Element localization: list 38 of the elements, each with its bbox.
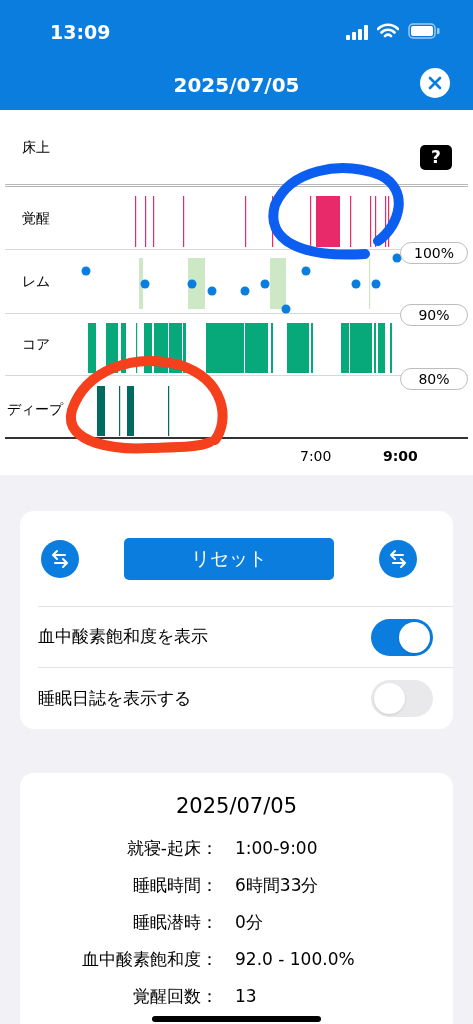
- help-badge[interactable]: ?: [420, 145, 452, 170]
- stage-label: 覚醒: [21, 208, 50, 228]
- close-icon: [428, 76, 442, 90]
- toggle-label: 睡眠日誌を表示する: [38, 686, 191, 710]
- toggle-switch[interactable]: [371, 680, 433, 717]
- swap-button[interactable]: [41, 539, 79, 578]
- summary-label: 睡眠時間：: [132, 874, 218, 898]
- summary-label: 血中酸素飽和度：: [81, 948, 218, 972]
- swap-arrows-icon: [50, 548, 70, 569]
- swap-button[interactable]: [379, 539, 417, 578]
- time-label: 7:00: [300, 447, 332, 466]
- close-button[interactable]: [420, 68, 450, 98]
- wifi-icon: [377, 23, 399, 40]
- battery-icon: [408, 23, 440, 39]
- summary-title: 2025/07/05: [174, 793, 298, 820]
- toggle-switch[interactable]: [371, 618, 433, 656]
- summary-value: 0分: [234, 911, 263, 935]
- stage-label: 床上: [21, 137, 50, 157]
- summary-label: 覚醒回数：: [132, 985, 218, 1009]
- stage-label: ディープ: [6, 400, 63, 419]
- summary-label: 睡眠潜時：: [132, 911, 218, 935]
- summary-value: 13: [234, 985, 257, 1009]
- toggle-label: 血中酸素飽和度を表示: [38, 625, 208, 649]
- status-time: 13:09: [50, 20, 111, 45]
- percent-label: 100%: [400, 242, 468, 264]
- summary-value: 92.0 - 100.0%: [234, 948, 355, 972]
- percent-label: 90%: [400, 304, 468, 326]
- time-label: 9:00: [383, 447, 418, 466]
- header-title: 2025/07/05: [172, 72, 301, 99]
- reset-button[interactable]: リセット: [124, 537, 334, 580]
- percent-label: 80%: [400, 368, 468, 390]
- swap-arrows-icon: [388, 548, 408, 569]
- stage-label: コア: [21, 335, 50, 354]
- summary-value: 6時間33分: [234, 874, 319, 898]
- summary-value: 1:00-9:00: [234, 837, 318, 861]
- summary-label: 就寝-起床：: [125, 837, 218, 861]
- signal-icon: [346, 25, 370, 40]
- stage-label: レム: [21, 272, 50, 291]
